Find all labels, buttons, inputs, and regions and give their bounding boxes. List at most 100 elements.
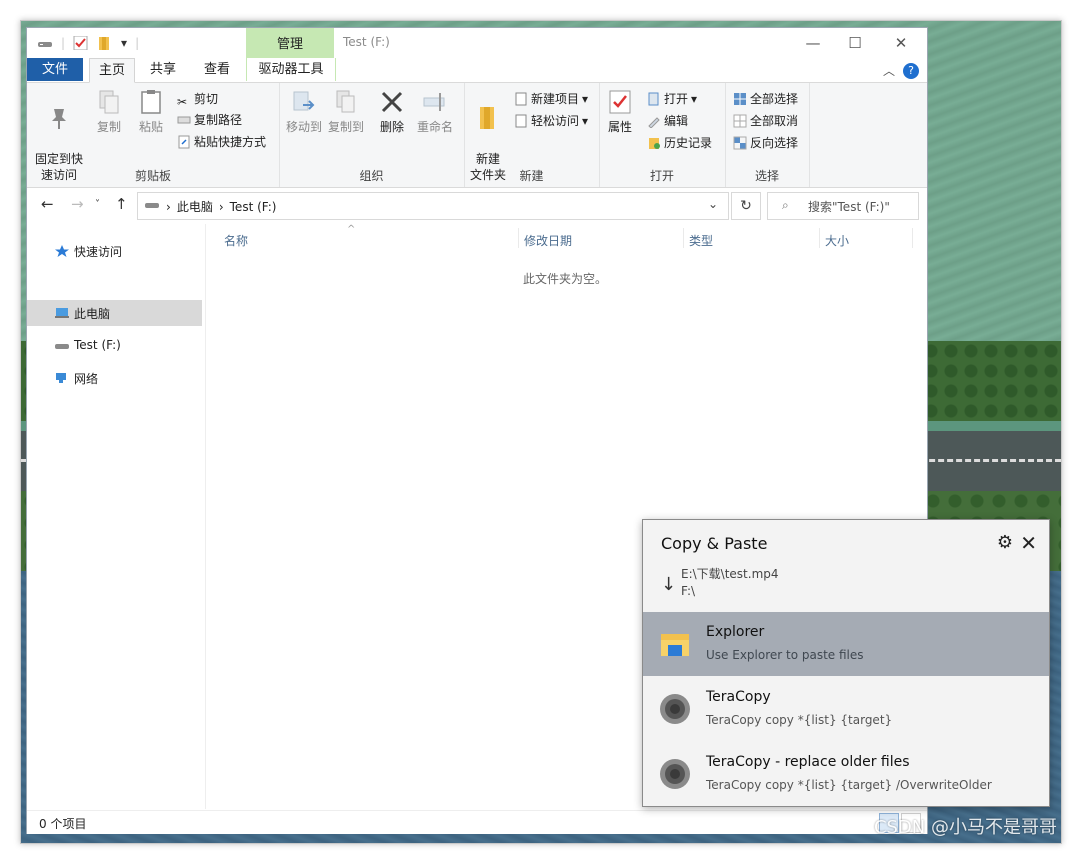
close-icon[interactable]: ✕ <box>1020 531 1037 555</box>
refresh-icon[interactable]: ↻ <box>731 192 761 220</box>
properties-button[interactable]: 属性 <box>605 89 635 135</box>
folder-icon <box>475 105 501 131</box>
new-folder-icon[interactable] <box>97 36 113 50</box>
option-description: TeraCopy copy *{list} {target} /Overwrit… <box>706 778 992 792</box>
quick-access-toolbar: | ▾ | <box>37 34 139 52</box>
option-name: Explorer <box>706 624 765 640</box>
help-icon[interactable]: ? <box>903 62 919 79</box>
empty-folder-message: 此文件夹为空。 <box>523 272 608 286</box>
minimize-button[interactable]: — <box>793 32 833 54</box>
customize-qat-icon[interactable]: ▾ <box>121 36 127 50</box>
copy-button[interactable]: 复制 <box>93 89 125 135</box>
search-input[interactable]: ⌕ 搜索"Test (F:)" <box>767 192 919 220</box>
select-none-icon <box>733 114 747 128</box>
open-button[interactable]: 打开 ▾ <box>647 89 697 109</box>
paste-shortcut-button[interactable]: 粘贴快捷方式 <box>177 132 266 152</box>
select-all-button[interactable]: 全部选择 <box>733 89 798 109</box>
easy-access-button[interactable]: 轻松访问 ▾ <box>514 111 588 131</box>
tab-home[interactable]: 主页 <box>89 58 135 83</box>
address-bar[interactable]: › 此电脑 › Test (F:) ⌄ <box>137 192 729 220</box>
rename-button[interactable]: 重命名 <box>415 89 455 135</box>
scissors-icon: ✂ <box>177 95 188 109</box>
nav-item-quick-access[interactable]: 快速访问 <box>27 238 202 264</box>
tab-view[interactable]: 查看 <box>197 58 237 81</box>
option-description: TeraCopy copy *{list} {target} <box>706 713 893 727</box>
option-teracopy[interactable]: TeraCopy TeraCopy copy *{list} {target} <box>643 677 1049 741</box>
item-count: 0 个项目 <box>39 817 87 831</box>
tab-file[interactable]: 文件 <box>27 58 83 81</box>
edit-button[interactable]: 编辑 <box>647 111 688 131</box>
edit-icon <box>647 114 661 129</box>
cut-button[interactable]: ✂ 剪切 <box>177 89 218 109</box>
group-label-organize: 组织 <box>359 169 384 183</box>
invert-selection-button[interactable]: 反向选择 <box>733 133 798 153</box>
delete-button[interactable]: 删除 <box>377 89 407 135</box>
teracopy-icon <box>659 693 691 725</box>
copy-to-icon <box>333 89 359 115</box>
option-explorer[interactable]: Explorer Use Explorer to paste files <box>643 612 1049 676</box>
breadcrumb-separator: › <box>166 199 171 214</box>
properties-check-icon[interactable] <box>73 35 89 51</box>
screenshot-frame: | ▾ | 管理 Test (F:) — ☐ ✕ 文件 主页 共享 查看 驱动器… <box>20 20 1062 844</box>
option-name: TeraCopy <box>706 689 771 705</box>
tab-share[interactable]: 共享 <box>143 58 183 81</box>
select-none-button[interactable]: 全部取消 <box>733 111 798 131</box>
tab-drive-tools[interactable]: 驱动器工具 <box>246 58 336 81</box>
move-to-button[interactable]: 移动到 <box>285 89 323 135</box>
easy-access-icon <box>514 114 528 128</box>
copy-paste-dialog: Copy & Paste ⚙ ✕ ↓ E:\下载\test.mp4 F:\ Ex… <box>642 519 1050 807</box>
title-bar: | ▾ | 管理 Test (F:) — ☐ ✕ <box>27 28 927 58</box>
history-button[interactable]: 历史记录 <box>647 133 712 153</box>
column-header-type[interactable]: 类型 <box>689 232 713 249</box>
drive-icon <box>55 339 69 351</box>
collapse-ribbon-icon[interactable]: ︿ <box>883 62 895 79</box>
source-path: E:\下载\test.mp4 <box>681 567 779 581</box>
column-header-size[interactable]: 大小 <box>825 232 849 249</box>
drive-icon <box>144 199 160 214</box>
ribbon: 固定到快 速访问 复制 粘贴 ✂ 剪切 复制路径 粘贴快捷方式 剪贴板 移动到 … <box>27 83 927 188</box>
new-item-button[interactable]: 新建项目 ▾ <box>514 89 588 109</box>
breadcrumb-this-pc[interactable]: 此电脑 <box>177 198 213 215</box>
option-name: TeraCopy - replace older files <box>706 754 910 770</box>
column-header-date[interactable]: 修改日期 <box>524 232 572 249</box>
navigation-pane: 快速访问 此电脑 Test (F:) 网络 <box>27 224 206 809</box>
sort-indicator-icon: ^ <box>347 224 356 235</box>
breadcrumb-test-drive[interactable]: Test (F:) <box>230 200 277 214</box>
recent-locations-icon[interactable]: ˅ <box>95 199 100 210</box>
copy-to-button[interactable]: 复制到 <box>327 89 365 135</box>
back-arrow-icon[interactable]: ← <box>41 195 54 213</box>
maximize-button[interactable]: ☐ <box>835 32 875 54</box>
nav-item-this-pc[interactable]: 此电脑 <box>27 300 202 326</box>
pin-icon <box>46 105 72 131</box>
nav-item-network[interactable]: 网络 <box>27 365 202 391</box>
forward-arrow-icon[interactable]: → <box>71 195 84 213</box>
watermark: CSDN @小马不是哥哥 <box>873 817 1057 838</box>
gear-icon[interactable]: ⚙ <box>997 532 1013 553</box>
group-organize: 移动到 复制到 删除 重命名 组织 <box>279 83 465 187</box>
nav-item-test-drive[interactable]: Test (F:) <box>27 332 202 358</box>
copy-path-button[interactable]: 复制路径 <box>177 110 242 130</box>
star-icon <box>55 245 69 257</box>
destination-path: F:\ <box>681 584 696 598</box>
dialog-title: Copy & Paste <box>661 534 768 553</box>
window-title: Test (F:) <box>343 35 390 49</box>
search-placeholder: 搜索"Test (F:)" <box>808 200 890 214</box>
paste-button[interactable]: 粘贴 <box>135 89 167 135</box>
open-icon <box>647 92 661 106</box>
close-button[interactable]: ✕ <box>881 32 921 54</box>
copy-icon <box>96 89 122 115</box>
address-dropdown-icon[interactable]: ⌄ <box>708 197 718 211</box>
network-icon <box>55 372 69 384</box>
tab-manage[interactable]: 管理 <box>246 28 334 58</box>
teracopy-icon <box>659 758 691 790</box>
group-label-open: 打开 <box>649 169 674 183</box>
invert-selection-icon <box>733 136 747 150</box>
breadcrumb-separator: › <box>218 199 224 214</box>
up-arrow-icon[interactable]: ↑ <box>115 195 128 213</box>
drive-icon[interactable] <box>37 36 53 50</box>
arrow-down-icon: ↓ <box>661 574 677 595</box>
column-header-name[interactable]: 名称 <box>224 232 248 249</box>
delete-x-icon <box>379 89 405 115</box>
group-label-clipboard: 剪贴板 <box>134 169 171 183</box>
option-teracopy-replace-older[interactable]: TeraCopy - replace older files TeraCopy … <box>643 742 1049 806</box>
